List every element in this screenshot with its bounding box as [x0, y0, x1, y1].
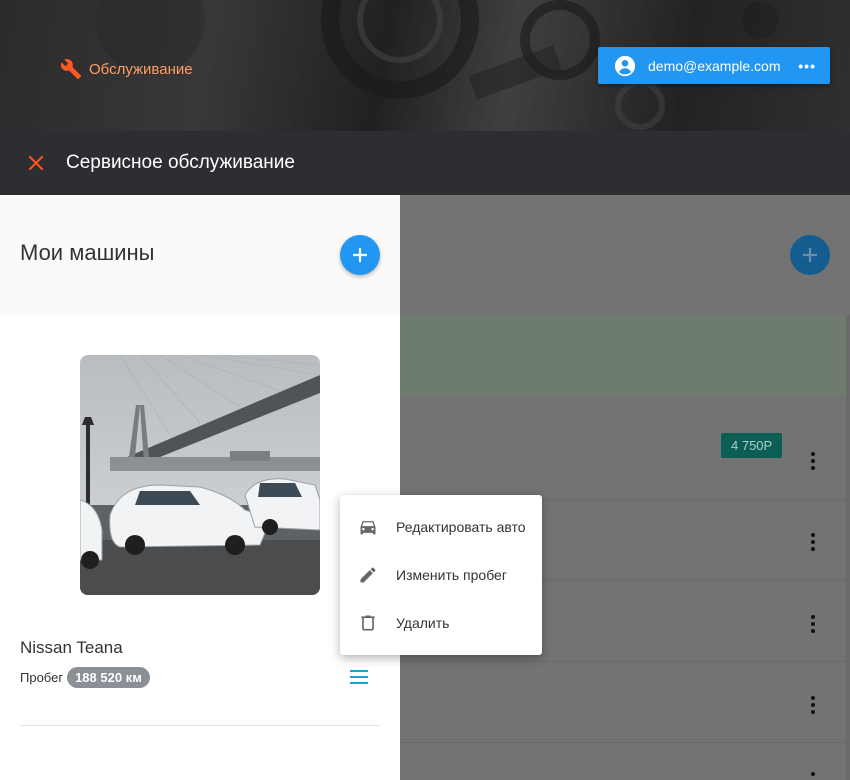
background-content-overlay: 4 750Р [400, 195, 850, 780]
car-photo [80, 355, 320, 595]
drawer-header: Мои машины [0, 195, 400, 316]
page-toolbar: Сервисное обслуживание [0, 131, 850, 195]
price-badge: 4 750Р [721, 433, 783, 458]
menu-item-label: Удалить [396, 615, 450, 631]
brand[interactable]: Обслуживание [60, 58, 193, 80]
info-band [400, 315, 850, 396]
car-name: Nissan Teana [20, 638, 123, 657]
row-menu-icon [810, 452, 816, 470]
hamburger-menu-icon[interactable] [349, 669, 369, 685]
plus-icon [353, 248, 367, 262]
mileage-badge: 188 520 км [67, 667, 150, 688]
user-account-button[interactable]: demo@example.com ••• [598, 47, 830, 84]
pencil-icon [357, 564, 379, 586]
menu-item-change-mileage[interactable]: Изменить пробег [340, 551, 542, 599]
drawer-title: Мои машины [20, 240, 155, 265]
page-title: Сервисное обслуживание [66, 152, 295, 173]
cars-drawer: Мои машины Nissan Teana Пробег 188 520 к… [0, 195, 400, 780]
menu-item-delete[interactable]: Удалить [340, 599, 542, 647]
more-icon[interactable]: ••• [798, 58, 816, 74]
row-menu-icon [810, 772, 816, 776]
account-circle-icon [614, 55, 636, 76]
divider [20, 725, 380, 726]
mileage-row: Пробег 188 520 км [20, 667, 150, 688]
brand-label: Обслуживание [89, 60, 193, 78]
menu-item-edit-car[interactable]: Редактировать авто [340, 503, 542, 551]
add-service-button-dimmed [790, 235, 830, 275]
row-menu-icon [810, 696, 816, 714]
wrench-icon [60, 59, 82, 80]
menu-item-label: Редактировать авто [396, 519, 526, 535]
close-icon[interactable] [24, 151, 48, 175]
add-car-button[interactable] [340, 235, 380, 275]
mileage-label: Пробег [20, 670, 64, 685]
trash-icon [357, 612, 379, 634]
menu-item-label: Изменить пробег [396, 567, 507, 583]
scrollbar [846, 315, 850, 780]
row-menu-icon [810, 533, 816, 551]
list-row [400, 662, 850, 743]
list-row [400, 396, 850, 500]
user-email: demo@example.com [648, 57, 781, 74]
car-context-menu: Редактировать авто Изменить пробег Удали… [340, 495, 542, 655]
car-icon [357, 516, 379, 538]
plus-icon [803, 248, 817, 262]
header-hero: Обслуживание demo@example.com ••• [0, 0, 850, 131]
row-menu-icon [810, 615, 816, 633]
